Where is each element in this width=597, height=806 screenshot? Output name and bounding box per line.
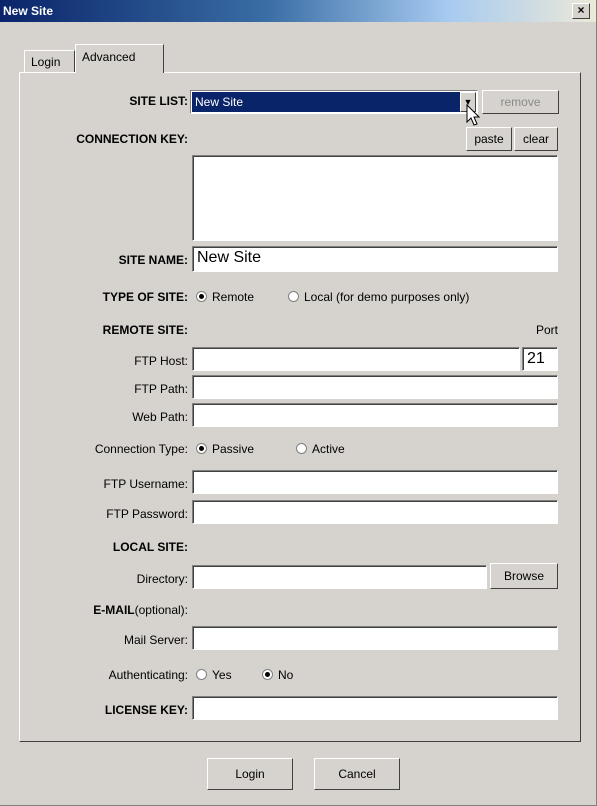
ftp-path-input[interactable] (192, 375, 558, 399)
close-button[interactable]: × (572, 3, 590, 19)
authenticating-label: Authenticating: (108, 668, 188, 682)
site-name-input[interactable]: New Site (192, 246, 558, 272)
title-bar: New Site × (0, 0, 596, 22)
local-radio[interactable] (288, 291, 299, 302)
email-label: E-MAIL(optional): (93, 603, 188, 617)
mail-server-input[interactable] (192, 626, 558, 650)
email-label-bold: E-MAIL (93, 603, 135, 617)
remote-radio[interactable] (196, 291, 207, 302)
passive-radio[interactable] (196, 443, 207, 454)
port-label: Port (535, 323, 558, 337)
ftp-username-label: FTP Username: (103, 477, 188, 491)
auth-no-label: No (278, 668, 294, 682)
auth-no-radio[interactable] (262, 669, 273, 680)
type-of-site-label: TYPE OF SITE: (102, 290, 188, 304)
directory-label: Directory: (136, 572, 188, 586)
cancel-button[interactable]: Cancel (314, 758, 400, 790)
paste-button[interactable]: paste (466, 127, 512, 151)
window-title: New Site (3, 4, 54, 18)
license-key-label: LICENSE KEY: (104, 703, 188, 717)
login-button[interactable]: Login (207, 758, 293, 790)
connection-key-textarea[interactable] (192, 155, 558, 241)
site-list-label: SITE LIST: (129, 94, 188, 108)
connection-type-label: Connection Type: (94, 442, 188, 456)
ftp-host-label: FTP Host: (134, 354, 188, 368)
local-site-label: LOCAL SITE: (112, 540, 188, 554)
site-list-value: New Site (192, 92, 460, 112)
tab-advanced[interactable]: Advanced (75, 44, 164, 73)
browse-button[interactable]: Browse (490, 563, 558, 589)
auth-yes-label: Yes (212, 668, 232, 682)
site-name-label: SITE NAME: (118, 253, 188, 267)
ftp-host-input[interactable] (192, 347, 520, 371)
email-label-note: (optional): (134, 603, 188, 617)
mail-server-label: Mail Server: (123, 633, 188, 647)
port-input[interactable]: 21 (522, 347, 558, 371)
new-site-dialog: New Site × Login Advanced SITE LIST: New… (0, 0, 597, 806)
clear-button[interactable]: clear (514, 127, 558, 151)
connection-key-label: CONNECTION KEY: (76, 132, 188, 146)
ftp-path-label: FTP Path: (134, 382, 188, 396)
web-path-label: Web Path: (132, 410, 188, 424)
auth-yes-radio[interactable] (196, 669, 207, 680)
remote-radio-label: Remote (212, 290, 255, 304)
ftp-username-input[interactable] (192, 470, 558, 494)
ftp-password-label: FTP Password: (106, 507, 188, 521)
remove-button[interactable]: remove (482, 90, 559, 114)
web-path-input[interactable] (192, 403, 558, 427)
site-list-select[interactable]: New Site ▼ (190, 90, 478, 114)
tab-login[interactable]: Login (24, 50, 75, 72)
active-radio[interactable] (296, 443, 307, 454)
local-radio-label: Local (for demo purposes only) (304, 290, 470, 304)
license-key-input[interactable] (192, 696, 558, 720)
close-icon: × (577, 3, 585, 17)
passive-radio-label: Passive (212, 442, 255, 456)
directory-input[interactable] (192, 565, 487, 589)
ftp-password-input[interactable] (192, 500, 558, 524)
remote-site-label: REMOTE SITE: (102, 323, 188, 337)
active-radio-label: Active (312, 442, 345, 456)
